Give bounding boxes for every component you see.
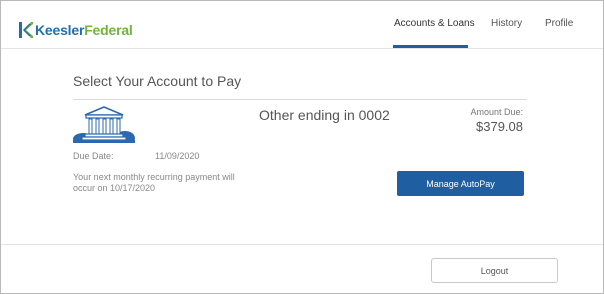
due-date-value: 11/09/2020 <box>155 151 200 161</box>
amount-due-value: $379.08 <box>476 119 523 134</box>
nav-tab-history[interactable]: History <box>491 18 522 29</box>
app-window: KeeslerFederal Accounts & Loans History … <box>0 0 604 294</box>
active-tab-indicator <box>393 45 468 48</box>
keesler-logo-mark-icon <box>19 22 33 38</box>
section-divider <box>73 99 527 100</box>
recurring-payment-note: Your next monthly recurring payment will… <box>73 172 235 193</box>
top-navigation-bar: KeeslerFederal Accounts & Loans History … <box>1 1 603 49</box>
brand-name-part2: Federal <box>84 22 133 38</box>
amount-due-label: Amount Due: <box>470 107 523 117</box>
logout-button[interactable]: Logout <box>431 258 558 283</box>
due-date-label: Due Date: <box>73 151 114 161</box>
brand-logo[interactable]: KeeslerFederal <box>19 21 133 39</box>
nav-tab-profile[interactable]: Profile <box>545 18 573 29</box>
brand-name: KeeslerFederal <box>35 22 133 38</box>
nav-tab-accounts-loans[interactable]: Accounts & Loans <box>394 18 475 29</box>
manage-autopay-button[interactable]: Manage AutoPay <box>397 171 524 196</box>
brand-name-part1: Keesler <box>35 22 85 38</box>
footer-divider <box>1 244 603 245</box>
bank-building-icon <box>73 106 135 143</box>
account-name: Other ending in 0002 <box>259 107 390 123</box>
page-title: Select Your Account to Pay <box>73 73 242 89</box>
